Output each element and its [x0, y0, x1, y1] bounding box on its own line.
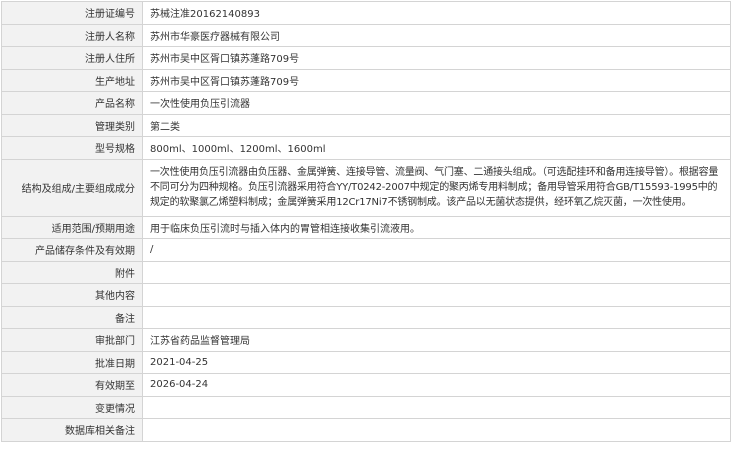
row-other-content: 其他内容 — [1, 283, 731, 307]
field-value: 一次性使用负压引流器由负压器、金属弹簧、连接导管、流量阀、气门塞、二通接头组成。… — [142, 158, 731, 217]
field-label: 生产地址 — [1, 68, 143, 92]
field-value: 2021-04-25 — [142, 350, 731, 374]
field-value: 苏州市吴中区胥口镇苏蓬路709号 — [142, 68, 731, 92]
field-label: 有效期至 — [1, 373, 143, 397]
row-storage-shelf-life: 产品储存条件及有效期 / — [1, 238, 731, 262]
field-value: 2026-04-24 — [142, 373, 731, 397]
field-label: 管理类别 — [1, 113, 143, 137]
field-label: 其他内容 — [1, 283, 143, 307]
field-value — [142, 283, 731, 307]
row-registration-number: 注册证编号 苏械注准20162140893 — [1, 1, 731, 25]
row-attachment: 附件 — [1, 260, 731, 284]
field-label: 注册人住所 — [1, 46, 143, 70]
field-value — [142, 305, 731, 329]
row-approval-date: 批准日期 2021-04-25 — [1, 350, 731, 374]
row-database-notes: 数据库相关备注 — [1, 418, 731, 442]
field-value: 用于临床负压引流时与插入体内的胃管相连接收集引流液用。 — [142, 215, 731, 239]
row-approval-department: 审批部门 江苏省药品监督管理局 — [1, 328, 731, 352]
row-management-category: 管理类别 第二类 — [1, 113, 731, 137]
field-value — [142, 395, 731, 419]
field-label: 产品名称 — [1, 91, 143, 115]
row-registrant-address: 注册人住所 苏州市吴中区胥口镇苏蓬路709号 — [1, 46, 731, 70]
field-label: 变更情况 — [1, 395, 143, 419]
field-value: 苏州市华豪医疗器械有限公司 — [142, 23, 731, 47]
registration-record-table: 注册证编号 苏械注准20162140893 注册人名称 苏州市华豪医疗器械有限公… — [1, 1, 731, 442]
field-label: 结构及组成/主要组成成分 — [1, 158, 143, 217]
field-value: 苏械注准20162140893 — [142, 1, 731, 25]
row-remarks: 备注 — [1, 305, 731, 329]
field-label: 适用范围/预期用途 — [1, 215, 143, 239]
field-value — [142, 260, 731, 284]
field-value: 苏州市吴中区胥口镇苏蓬路709号 — [142, 46, 731, 70]
field-label: 注册证编号 — [1, 1, 143, 25]
field-label: 型号规格 — [1, 136, 143, 160]
row-structure-composition: 结构及组成/主要组成成分 一次性使用负压引流器由负压器、金属弹簧、连接导管、流量… — [1, 158, 731, 217]
row-registrant-name: 注册人名称 苏州市华豪医疗器械有限公司 — [1, 23, 731, 47]
field-label: 注册人名称 — [1, 23, 143, 47]
field-label: 备注 — [1, 305, 143, 329]
row-valid-until: 有效期至 2026-04-24 — [1, 373, 731, 397]
field-label: 审批部门 — [1, 328, 143, 352]
row-production-address: 生产地址 苏州市吴中区胥口镇苏蓬路709号 — [1, 68, 731, 92]
field-value: 800ml、1000ml、1200ml、1600ml — [142, 136, 731, 160]
field-label: 产品储存条件及有效期 — [1, 238, 143, 262]
row-intended-use: 适用范围/预期用途 用于临床负压引流时与插入体内的胃管相连接收集引流液用。 — [1, 215, 731, 239]
field-label: 附件 — [1, 260, 143, 284]
field-label: 批准日期 — [1, 350, 143, 374]
field-label: 数据库相关备注 — [1, 418, 143, 442]
field-value: 江苏省药品监督管理局 — [142, 328, 731, 352]
field-value: / — [142, 238, 731, 262]
field-value: 第二类 — [142, 113, 731, 137]
row-model-specification: 型号规格 800ml、1000ml、1200ml、1600ml — [1, 136, 731, 160]
field-value — [142, 418, 731, 442]
field-value: 一次性使用负压引流器 — [142, 91, 731, 115]
row-product-name: 产品名称 一次性使用负压引流器 — [1, 91, 731, 115]
row-change-history: 变更情况 — [1, 395, 731, 419]
